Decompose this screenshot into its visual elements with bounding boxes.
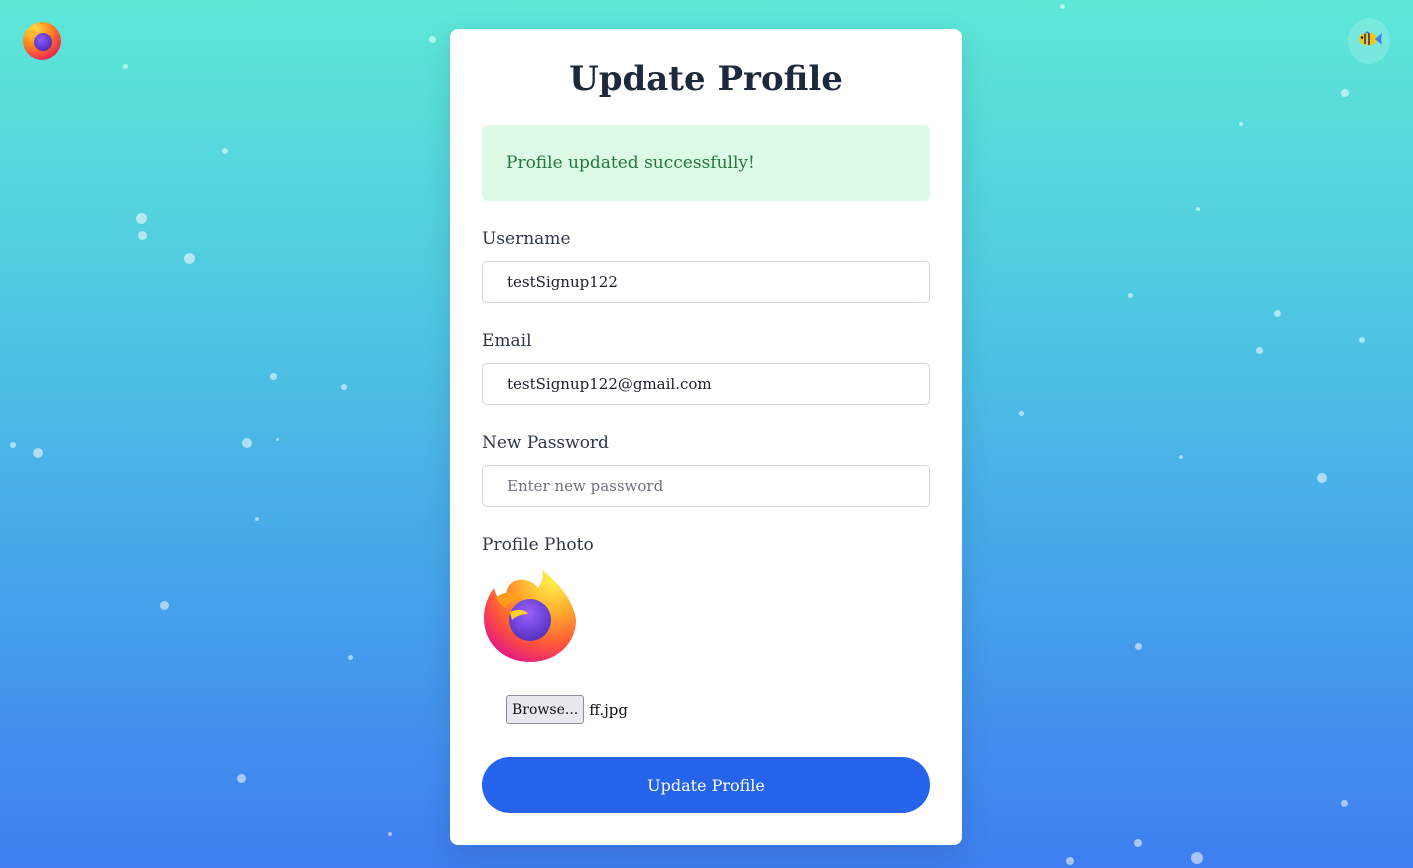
profile-photo-preview bbox=[482, 568, 578, 664]
bubble bbox=[184, 253, 195, 264]
bubble bbox=[1135, 643, 1142, 650]
bubble bbox=[10, 442, 16, 448]
bubble bbox=[160, 601, 169, 610]
email-label: Email bbox=[482, 331, 532, 351]
browse-button[interactable]: Browse... bbox=[506, 695, 585, 724]
bubble bbox=[1179, 455, 1183, 459]
bubble bbox=[341, 384, 347, 390]
username-label: Username bbox=[482, 229, 571, 249]
bubble bbox=[1134, 839, 1142, 847]
bubble bbox=[1019, 411, 1024, 416]
new-password-label: New Password bbox=[482, 433, 609, 453]
theme-toggle-button[interactable] bbox=[1348, 18, 1390, 64]
page-title: Update Profile bbox=[569, 59, 843, 99]
username-input[interactable] bbox=[482, 261, 930, 303]
bubble bbox=[1066, 857, 1074, 865]
new-password-input[interactable] bbox=[482, 465, 930, 507]
bubble bbox=[1239, 122, 1243, 126]
firefox-avatar-icon bbox=[484, 570, 576, 662]
bubble bbox=[222, 148, 228, 154]
bubble bbox=[1359, 337, 1365, 343]
update-profile-button[interactable]: Update Profile bbox=[482, 757, 930, 813]
update-profile-card: Update Profile Profile updated successfu… bbox=[450, 29, 962, 845]
bubble bbox=[1060, 4, 1065, 9]
bubble bbox=[33, 448, 43, 458]
bubble bbox=[270, 373, 277, 380]
selected-file-name: ff.jpg bbox=[589, 700, 628, 719]
bubble bbox=[1317, 473, 1327, 483]
bubble bbox=[242, 438, 252, 448]
bubble bbox=[1274, 310, 1281, 317]
bubble bbox=[1196, 207, 1200, 211]
bubble bbox=[255, 517, 259, 521]
bubble bbox=[237, 774, 246, 783]
bubble bbox=[388, 832, 392, 836]
file-picker: Browse... ff.jpg bbox=[506, 695, 628, 724]
bubble bbox=[1191, 852, 1203, 864]
bubble bbox=[348, 655, 353, 660]
success-alert: Profile updated successfully! bbox=[482, 125, 930, 201]
bubble bbox=[1341, 800, 1348, 807]
fish-icon bbox=[1356, 29, 1382, 53]
bubble bbox=[276, 438, 279, 441]
bubble bbox=[1256, 347, 1263, 354]
bubble bbox=[136, 213, 147, 224]
bubble bbox=[138, 231, 147, 240]
email-input[interactable] bbox=[482, 363, 930, 405]
bubble bbox=[429, 36, 436, 43]
bubble bbox=[123, 64, 128, 69]
bubble bbox=[1341, 89, 1349, 97]
firefox-logo-icon bbox=[22, 21, 62, 61]
profile-photo-label: Profile Photo bbox=[482, 535, 594, 555]
bubble bbox=[1128, 293, 1133, 298]
success-alert-message: Profile updated successfully! bbox=[506, 153, 755, 173]
